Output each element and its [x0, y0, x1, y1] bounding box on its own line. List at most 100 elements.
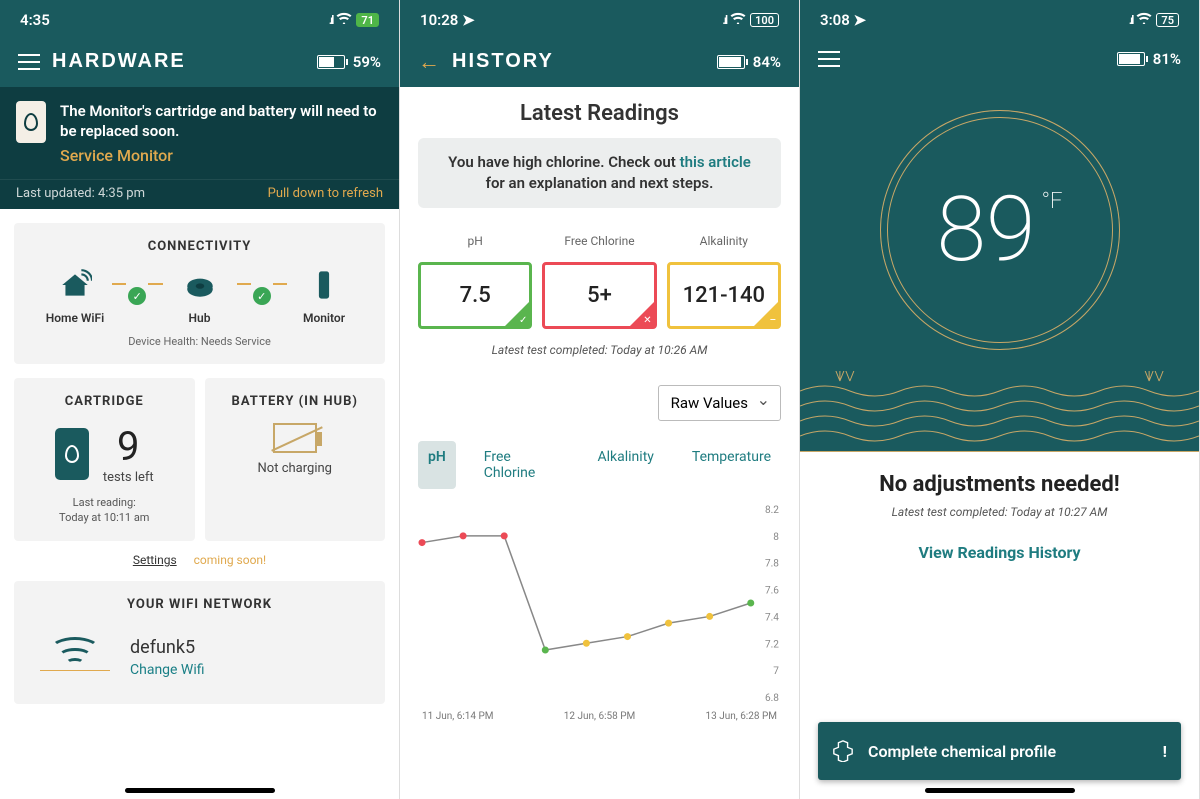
header-battery: 59% [317, 53, 381, 71]
wifi-ssid: defunk5 [130, 637, 205, 658]
cartridge-icon [55, 428, 89, 480]
tab-chlorine[interactable]: Free Chlorine [474, 441, 570, 489]
check-icon: ✓ [128, 287, 146, 305]
temp-unit: °F [1042, 189, 1063, 214]
latest-timestamp: Latest test completed: Today at 10:26 AM [418, 343, 781, 357]
battery-pill: 71 [356, 13, 379, 27]
reading-ph[interactable]: pH 7.5 ✓ [418, 226, 532, 329]
battery-card: BATTERY (IN HUB) Not charging [205, 378, 386, 542]
svg-text:7: 7 [773, 666, 779, 677]
status-bar: 3:08 ➤ .ıl 75 [800, 0, 1199, 40]
status-right: .ıl 71 [329, 12, 379, 28]
status-time: 4:35 [20, 11, 50, 29]
wifi-card: YOUR WIFI NETWORK defunk5 Change Wifi [14, 581, 385, 704]
temperature-hero: 89 °F [800, 82, 1199, 452]
header-battery: 84% [717, 53, 781, 71]
signal-icon: .ıl [329, 13, 333, 27]
service-monitor-link[interactable]: Service Monitor [60, 146, 383, 165]
not-charging-icon [273, 423, 317, 453]
settings-link[interactable]: Settings [133, 553, 177, 567]
status-right: .ıl 75 [1129, 12, 1179, 28]
conn-home-wifi[interactable]: Home WiFi [40, 268, 110, 325]
battery-pill: 75 [1156, 13, 1179, 27]
menu-icon[interactable] [818, 51, 840, 67]
connectivity-card: CONNECTIVITY Home WiFi ✓ Hub ✓ [14, 223, 385, 364]
page-title: HARDWARE [52, 50, 186, 73]
monitor-icon [16, 101, 46, 143]
molecule-icon [832, 740, 854, 762]
app-header: HISTORY 84% [400, 40, 799, 87]
settings-row: Settings coming soon! [0, 553, 399, 567]
values-select[interactable]: Raw Values [658, 385, 781, 421]
change-wifi-link[interactable]: Change Wifi [130, 662, 205, 678]
alert-icon: ! [1163, 742, 1167, 761]
ph-chart[interactable]: 6.877.27.47.67.888.2 11 Jun, 6:14 PM 12 … [418, 503, 781, 737]
readings-row: pH 7.5 ✓ Free Chlorine 5+ ✕ Alkalinity 1… [418, 226, 781, 329]
check-icon: ✓ [253, 287, 271, 305]
hub-icon [183, 268, 217, 305]
temp-value: 89 [937, 177, 1036, 282]
reading-alkalinity[interactable]: Alkalinity 121-140 – [667, 226, 781, 329]
status-title: No adjustments needed! [820, 472, 1179, 497]
svg-text:7.6: 7.6 [765, 586, 779, 597]
connectivity-title: CONNECTIVITY [30, 239, 369, 254]
refresh-bar[interactable]: Last updated: 4:35 pm Pull down to refre… [0, 179, 399, 209]
battery-icon [317, 55, 345, 69]
svg-text:8.2: 8.2 [765, 505, 779, 516]
svg-text:7.2: 7.2 [765, 639, 779, 650]
home-indicator[interactable] [125, 788, 275, 793]
svg-text:7.8: 7.8 [765, 559, 779, 570]
latest-timestamp: Latest test completed: Today at 10:27 AM [820, 505, 1179, 519]
cartridge-card: CARTRIDGE 9 tests left Last reading: Tod… [14, 378, 195, 542]
complete-profile-button[interactable]: Complete chemical profile ! [818, 722, 1181, 780]
battery-icon [717, 55, 745, 69]
battery-status: Not charging [221, 461, 370, 476]
tab-alkalinity[interactable]: Alkalinity [588, 441, 664, 489]
temp-ring: 89 °F [880, 110, 1120, 350]
status-bar: 4:35 .ıl 71 [0, 0, 399, 40]
conn-monitor[interactable]: Monitor [289, 268, 359, 325]
wifi-icon [336, 12, 352, 28]
device-health: Device Health: Needs Service [30, 335, 369, 348]
page-title: HISTORY [452, 50, 554, 73]
home-icon [58, 268, 92, 305]
panel-hardware: 4:35 .ıl 71 HARDWARE 59% The Monitor's c… [0, 0, 400, 799]
last-updated: Last updated: 4:35 pm [16, 186, 145, 201]
svg-text:8: 8 [773, 532, 779, 543]
monitor-device-icon [307, 268, 341, 305]
reading-chlorine[interactable]: Free Chlorine 5+ ✕ [542, 226, 656, 329]
wifi-signal-icon [40, 632, 110, 682]
chart-tabs: pH Free Chlorine Alkalinity Temperature [418, 441, 781, 489]
status-time: 3:08 [820, 11, 850, 29]
back-icon[interactable] [418, 54, 440, 70]
alert-message: You have high chlorine. Check out this a… [418, 138, 781, 208]
conn-hub[interactable]: Hub [165, 268, 235, 325]
header-battery: 81% [1117, 50, 1181, 68]
app-header: 81% [800, 40, 1199, 82]
dash-icon: – [770, 315, 776, 326]
alert-banner[interactable]: The Monitor's cartridge and battery will… [0, 87, 399, 179]
battery-icon [1117, 52, 1145, 66]
panel-history: 10:28 ➤ .ıl 100 HISTORY 84% Latest Readi… [400, 0, 800, 799]
view-history-link[interactable]: View Readings History [820, 543, 1179, 562]
coming-soon: coming soon! [194, 553, 267, 567]
status-time: 10:28 [420, 11, 458, 29]
app-header: HARDWARE 59% [0, 40, 399, 87]
home-indicator[interactable] [925, 788, 1075, 793]
tab-ph[interactable]: pH [418, 441, 456, 489]
signal-icon: .ıl [722, 13, 726, 27]
pull-refresh-hint: Pull down to refresh [268, 186, 383, 201]
menu-icon[interactable] [18, 54, 40, 70]
wifi-icon [1136, 12, 1152, 28]
battery-pill: 100 [750, 13, 779, 27]
article-link[interactable]: this article [680, 153, 751, 171]
wifi-icon [730, 12, 746, 28]
alert-text: The Monitor's cartridge and battery will… [60, 101, 383, 142]
x-icon: ✕ [643, 315, 651, 326]
panel-dashboard: 3:08 ➤ .ıl 75 81% 89 °F [800, 0, 1200, 799]
last-reading: Last reading: Today at 10:11 am [30, 495, 179, 526]
check-icon: ✓ [519, 315, 527, 326]
signal-icon: .ıl [1129, 13, 1133, 27]
svg-text:7.4: 7.4 [765, 612, 779, 623]
tab-temperature[interactable]: Temperature [682, 441, 781, 489]
